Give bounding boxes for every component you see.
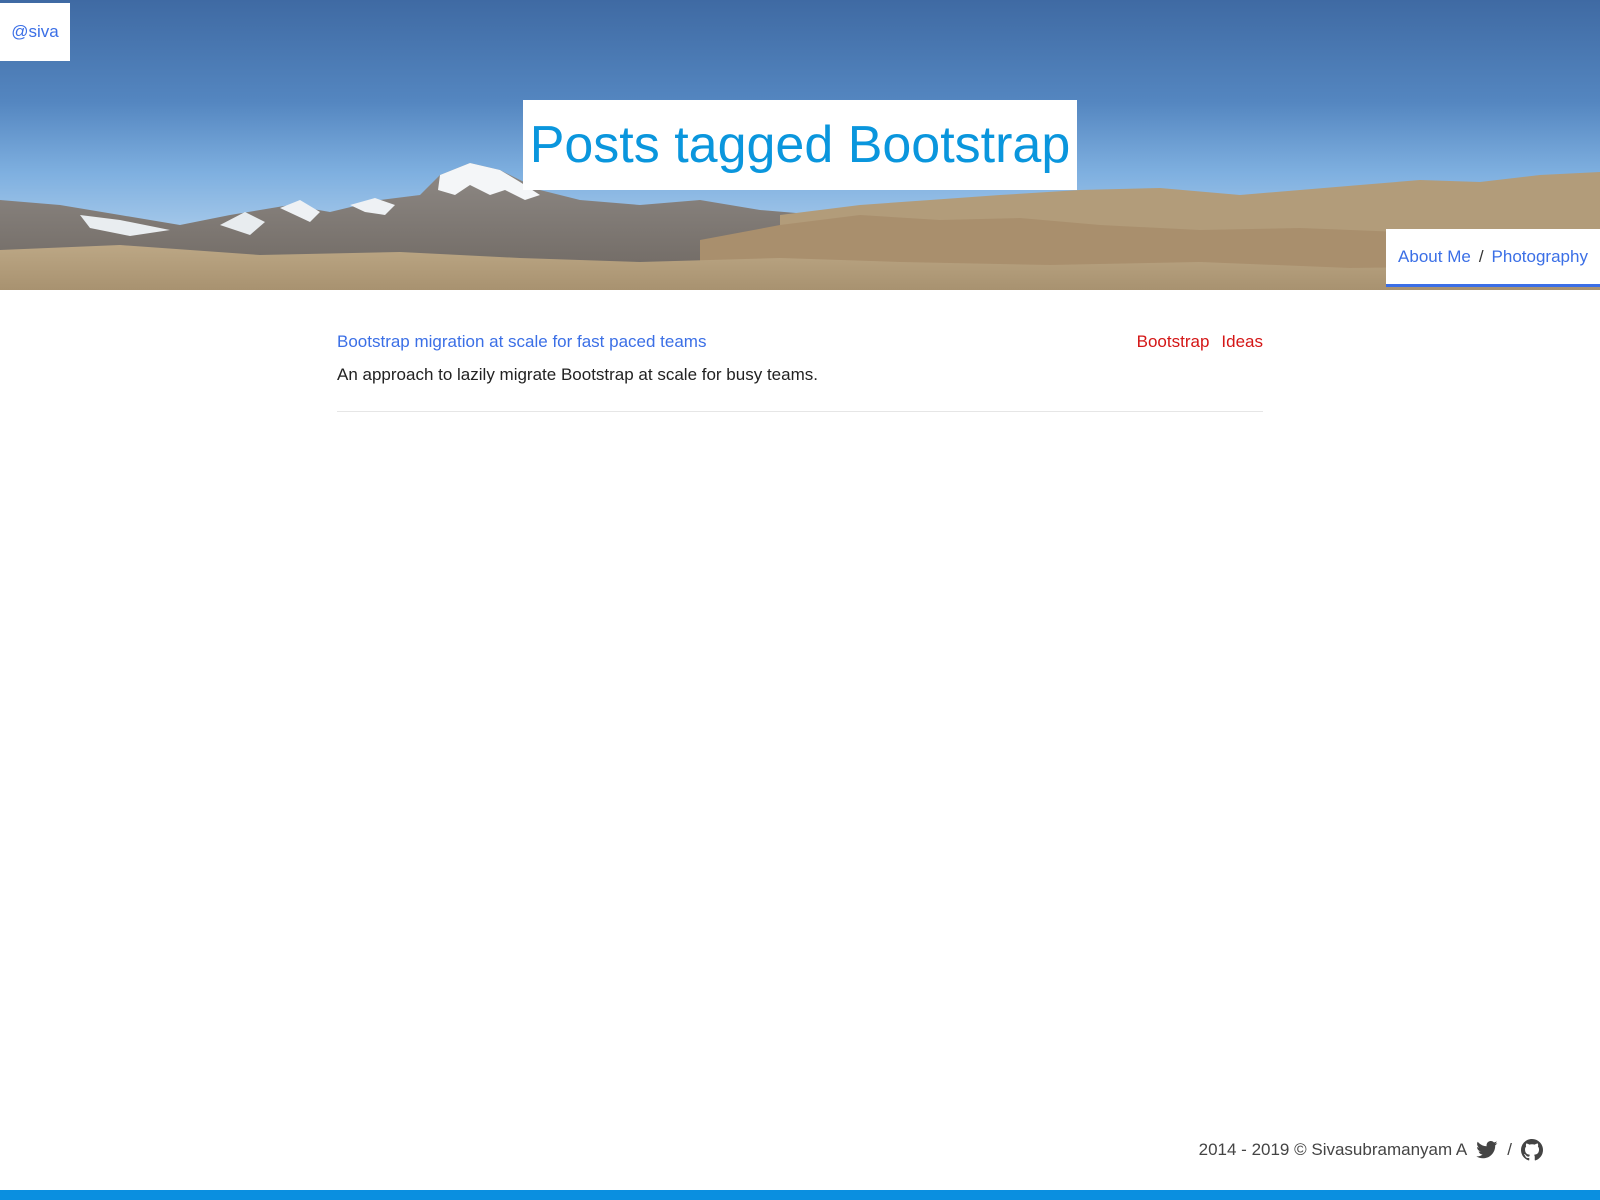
hero-banner: @siva Posts tagged Bootstrap About Me / … — [0, 0, 1600, 290]
footer-copyright: 2014 - 2019 © Sivasubramanyam A — [1198, 1140, 1468, 1159]
post-summary: An approach to lazily migrate Bootstrap … — [337, 365, 818, 384]
post-item: Bootstrap migration at scale for fast pa… — [337, 330, 1263, 412]
github-icon[interactable] — [1520, 1138, 1544, 1162]
bottom-accent-bar — [0, 1190, 1600, 1200]
nav-about-me-link[interactable]: About Me — [1398, 247, 1471, 267]
post-title-link[interactable]: Bootstrap migration at scale for fast pa… — [337, 330, 706, 354]
home-handle-link[interactable]: @siva — [11, 22, 59, 42]
page: @siva Posts tagged Bootstrap About Me / … — [0, 0, 1600, 1200]
nav-photography-link[interactable]: Photography — [1492, 247, 1588, 267]
footer: 2014 - 2019 © Sivasubramanyam A / — [1199, 1136, 1544, 1164]
tag-bootstrap-link[interactable]: Bootstrap — [1137, 330, 1210, 354]
footer-separator: / — [1507, 1140, 1512, 1159]
handle-box: @siva — [0, 3, 70, 61]
top-nav: About Me / Photography — [1386, 229, 1600, 287]
nav-separator: / — [1478, 246, 1484, 266]
post-tags: Bootstrap Ideas — [1137, 330, 1263, 354]
page-title: Posts tagged Bootstrap — [529, 116, 1071, 174]
tag-ideas-link[interactable]: Ideas — [1221, 330, 1263, 354]
title-box: Posts tagged Bootstrap — [523, 100, 1077, 190]
twitter-icon[interactable] — [1475, 1138, 1499, 1162]
post-list: Bootstrap migration at scale for fast pa… — [337, 330, 1263, 412]
